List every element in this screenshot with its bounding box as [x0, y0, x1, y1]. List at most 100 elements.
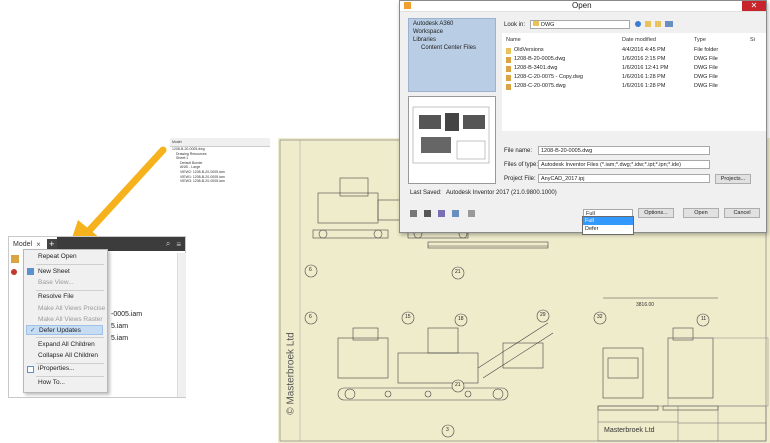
file-preview: [408, 96, 496, 184]
context-menu: Repeat Open New Sheet Base View... Resol…: [23, 249, 108, 393]
up-folder-icon[interactable]: [645, 21, 651, 27]
back-icon[interactable]: [635, 21, 641, 27]
file-row[interactable]: 1208-B-20-0005.dwg 1/6/2016 2:15 PM DWG …: [502, 56, 766, 65]
balloon-label: 29: [540, 312, 546, 318]
column-name[interactable]: Name: [506, 37, 521, 43]
menu-item-make-all-views-raster: Make All Views Raster: [38, 316, 103, 323]
menu-item-collapse-all-children[interactable]: Collapse All Children: [38, 351, 98, 361]
preview-toggle-icon[interactable]: [410, 210, 417, 217]
menu-item-defer-updates-label: Defer Updates: [39, 327, 81, 334]
column-date-modified[interactable]: Date modified: [622, 37, 656, 43]
place-libraries[interactable]: Libraries: [413, 37, 436, 43]
balloon-label: 21: [455, 382, 461, 388]
menu-item-make-all-views-precise: Make All Views Precise: [38, 305, 106, 312]
dwg-file-icon: [506, 75, 511, 81]
option-full[interactable]: Full: [583, 217, 633, 225]
dwg-file-icon: [506, 57, 511, 63]
file-name: 1208-B-3401.dwg: [514, 65, 558, 71]
column-type[interactable]: Type: [694, 37, 706, 43]
balloon-label: 6: [309, 267, 312, 273]
tree-row[interactable]: 5.iam: [111, 335, 128, 342]
options-button[interactable]: Options...: [638, 208, 674, 218]
find-icon[interactable]: [424, 210, 431, 217]
close-button[interactable]: ✕: [742, 1, 766, 11]
small-model-browser: Model 1208-B-20-0005.dwg Drawing Resourc…: [170, 138, 270, 198]
file-date: 4/4/2016 4:45 PM: [622, 47, 666, 53]
place-content-center[interactable]: Content Center Files: [421, 45, 476, 51]
file-date: 1/6/2016 2:15 PM: [622, 56, 666, 62]
file-row[interactable]: 1208-B-3401.dwg 1/6/2016 12:41 PM DWG Fi…: [502, 65, 766, 74]
balloon-label: 21: [455, 269, 461, 275]
balloon-label: 18: [458, 316, 464, 322]
open-dialog: Open ✕ Autodesk A360 Workspace Libraries…: [399, 0, 767, 233]
file-icon[interactable]: [452, 210, 459, 217]
small-browser-tab[interactable]: Model: [172, 140, 182, 144]
column-size[interactable]: Si: [750, 37, 755, 43]
file-row[interactable]: OldVersions 4/4/2016 4:45 PM File folder: [502, 47, 766, 56]
vault-icon[interactable]: [438, 210, 445, 217]
place-workspace[interactable]: Workspace: [413, 29, 443, 35]
menu-icon[interactable]: ≡: [176, 240, 181, 249]
balloon-label: 15: [405, 314, 411, 320]
cancel-button[interactable]: Cancel: [724, 208, 760, 218]
view-menu-icon[interactable]: [665, 21, 673, 27]
file-name: 1208-C-20-0075 - Copy.dwg: [514, 74, 583, 80]
file-name-field[interactable]: 1208-B-20-0005.dwg: [538, 146, 710, 155]
small-browser-row[interactable]: VIEW3: 1208-B-20-0005.iam: [170, 179, 270, 184]
menu-item-expand-all-children[interactable]: Expand All Children: [38, 340, 95, 350]
tree-row[interactable]: -0005.iam: [111, 311, 142, 318]
menu-item-repeat-open[interactable]: Repeat Open: [38, 252, 77, 262]
menu-separator: [36, 264, 104, 265]
open-button[interactable]: Open: [683, 208, 719, 218]
file-row[interactable]: 1208-C-20-0075.dwg 1/6/2016 1:28 PM DWG …: [502, 83, 766, 92]
tree-row[interactable]: 5.iam: [111, 323, 128, 330]
small-browser-header: Model: [170, 138, 270, 147]
last-saved-label: Last Saved:: [410, 190, 442, 196]
menu-item-new-sheet[interactable]: New Sheet: [38, 267, 70, 277]
warning-icon: [11, 269, 17, 275]
dwg-file-icon: [506, 66, 511, 72]
checkmark-icon: ✓: [30, 327, 36, 334]
file-type: File folder: [694, 47, 719, 53]
dimension-label: 3816.00: [636, 302, 655, 308]
close-icon[interactable]: ×: [36, 240, 41, 249]
file-name: OldVersions: [514, 47, 544, 53]
last-saved-value: Autodesk Inventor 2017 (21.0.9800.1000): [446, 190, 557, 196]
dialog-titlebar: Open ✕: [400, 1, 766, 12]
file-list: Name Date modified Type Si OldVersions 4…: [502, 33, 766, 134]
folder-icon: [506, 48, 511, 54]
place-a360[interactable]: Autodesk A360: [413, 21, 453, 27]
look-in-select[interactable]: DWG: [530, 20, 630, 29]
menu-item-iproperties[interactable]: iProperties...: [38, 364, 75, 374]
look-in-value: DWG: [541, 22, 555, 28]
file-row[interactable]: 1208-C-20-0075 - Copy.dwg 1/6/2016 1:28 …: [502, 74, 766, 83]
files-of-type-label: Files of type:: [504, 162, 539, 168]
menu-item-defer-updates[interactable]: ✓ Defer Updates: [26, 325, 103, 335]
company-side-label: © Masterbroek Ltd: [285, 332, 297, 415]
scrollbar[interactable]: [177, 253, 186, 397]
menu-item-how-to[interactable]: How To...: [38, 378, 65, 388]
add-tab-icon[interactable]: +: [46, 239, 57, 249]
folder-icon: [533, 21, 539, 26]
menu-separator: [36, 337, 104, 338]
option-defer[interactable]: Defer: [583, 225, 633, 233]
horizontal-scrollbar[interactable]: [502, 131, 766, 138]
dialog-title: Open: [572, 1, 592, 10]
balloon-label: 32: [597, 314, 603, 320]
files-of-type-select[interactable]: Autodesk Inventor Files (*.iam;*.dwg;*.i…: [538, 160, 710, 169]
tab-model-label: Model: [13, 240, 33, 248]
menu-item-resolve-file[interactable]: Resolve File: [38, 292, 74, 302]
places-pane: Autodesk A360 Workspace Libraries Conten…: [408, 18, 496, 92]
new-folder-icon[interactable]: [655, 21, 661, 27]
search-icon[interactable]: ⌕: [166, 239, 170, 249]
settings-icon[interactable]: [468, 210, 475, 217]
file-type: DWG File: [694, 56, 718, 62]
file-name: 1208-B-20-0005.dwg: [514, 56, 566, 62]
projects-button[interactable]: Projects...: [715, 174, 751, 184]
file-type: DWG File: [694, 74, 718, 80]
open-mode-dropdown: Full Defer: [582, 216, 634, 235]
menu-separator: [36, 376, 104, 377]
project-file-select[interactable]: AnyCAD_2017.ipj: [538, 174, 710, 183]
file-date: 1/6/2016 1:28 PM: [622, 83, 666, 89]
balloon-label: 6: [309, 314, 312, 320]
